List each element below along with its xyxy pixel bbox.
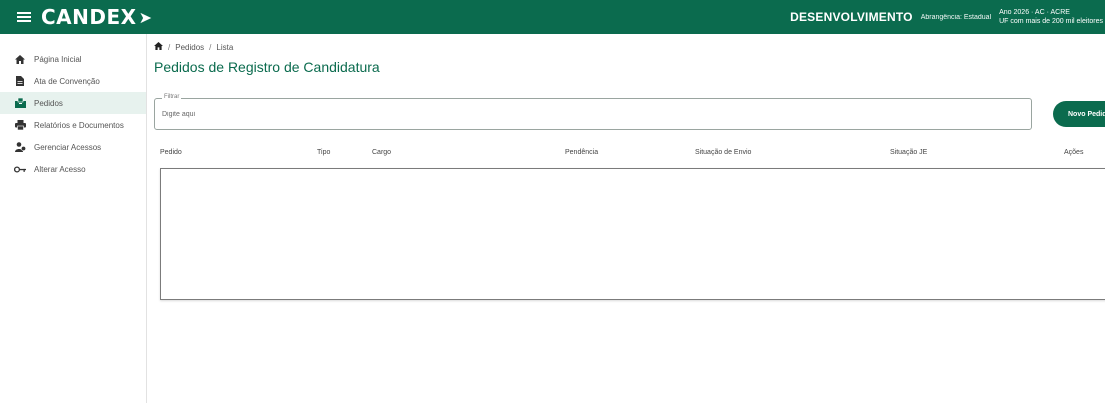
- election-line-1: Ano 2026 · AC · ACRE: [999, 9, 1070, 16]
- breadcrumb-separator: /: [209, 42, 212, 52]
- breadcrumb-item-lista: Lista: [216, 42, 234, 52]
- column-header-cargo[interactable]: Cargo: [372, 149, 391, 156]
- logo-text: CANDEX: [41, 5, 137, 29]
- sidebar-item-pagina-inicial[interactable]: Página Inicial: [0, 48, 146, 70]
- sidebar-item-label: Ata de Convenção: [34, 76, 100, 86]
- home-icon[interactable]: [154, 42, 163, 52]
- sidebar-item-label: Relatórios e Documentos: [34, 120, 124, 130]
- logo-mark-icon: ➤: [138, 7, 153, 27]
- sidebar-item-label: Alterar Acesso: [34, 164, 86, 174]
- sidebar-item-label: Página Inicial: [34, 54, 82, 64]
- search-field: Filtrar: [154, 94, 1032, 130]
- environment-label: DESENVOLVIMENTO: [790, 10, 913, 24]
- topbar-info: DESENVOLVIMENTO Abrangência: Estadual An…: [790, 0, 1105, 34]
- home-icon: [13, 54, 27, 64]
- search-input[interactable]: [162, 108, 962, 120]
- table-header: Pedido Tipo Cargo Pendência Situação de …: [160, 149, 1105, 163]
- top-app-bar: CANDEX ➤ DESENVOLVIMENTO Abrangência: Es…: [0, 0, 1105, 34]
- column-header-situacao-je[interactable]: Situação JE: [890, 149, 927, 156]
- printer-icon: [13, 120, 27, 130]
- election-line-2: UF com mais de 200 mil eleitores: [999, 18, 1103, 25]
- election-info: Ano 2026 · AC · ACRE UF com mais de 200 …: [999, 8, 1103, 26]
- app-logo[interactable]: CANDEX ➤: [41, 5, 152, 29]
- breadcrumb-item-pedidos[interactable]: Pedidos: [175, 43, 204, 52]
- manage-access-icon: [13, 142, 27, 152]
- breadcrumb: / Pedidos / Lista: [154, 42, 233, 52]
- sidebar-item-label: Gerenciar Acessos: [34, 142, 102, 152]
- key-icon: [13, 165, 27, 173]
- main-content: / Pedidos / Lista Pedidos de Registro de…: [146, 34, 1105, 403]
- menu-icon[interactable]: [17, 12, 31, 22]
- new-request-button[interactable]: Novo Pedido: [1053, 101, 1105, 127]
- column-header-situacao-de-envio[interactable]: Situação de Envio: [695, 149, 751, 156]
- sidebar-item-gerenciar-acessos[interactable]: Gerenciar Acessos: [0, 136, 146, 158]
- search-legend: Filtrar: [162, 94, 182, 100]
- sidebar-item-pedidos[interactable]: Pedidos: [0, 92, 146, 114]
- sidebar-item-ata-de-convencao[interactable]: Ata de Convenção: [0, 70, 146, 92]
- sidebar-item-alterar-acesso[interactable]: Alterar Acesso: [0, 158, 146, 180]
- breadcrumb-separator: /: [168, 42, 171, 52]
- column-header-tipo[interactable]: Tipo: [317, 149, 330, 156]
- column-header-pedido[interactable]: Pedido: [160, 149, 182, 156]
- page-title: Pedidos de Registro de Candidatura: [154, 59, 380, 75]
- column-header-pendencia[interactable]: Pendência: [565, 149, 598, 156]
- document-icon: [13, 76, 27, 86]
- table-body: [160, 168, 1105, 300]
- sidebar: Página Inicial Ata de Convenção Pedidos …: [0, 34, 147, 403]
- sidebar-item-label: Pedidos: [34, 98, 63, 108]
- column-header-acoes: Ações: [1064, 149, 1084, 156]
- sidebar-item-relatorios-e-documentos[interactable]: Relatórios e Documentos: [0, 114, 146, 136]
- ballot-box-icon: [13, 98, 27, 108]
- scope-text: Abrangência: Estadual: [920, 13, 992, 21]
